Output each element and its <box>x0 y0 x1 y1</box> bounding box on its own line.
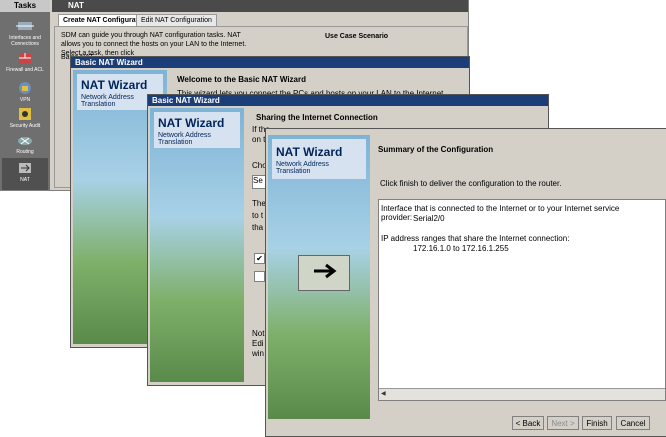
sidebar-item-firewall[interactable]: Firewall and ACL <box>2 48 48 80</box>
wizard-brand-box: NAT Wizard Network Address Translation <box>272 139 366 179</box>
range-checkbox-2[interactable] <box>254 271 265 282</box>
sidebar-item-label: NAT <box>20 177 30 183</box>
finish-button[interactable]: Finish <box>582 416 612 430</box>
interfaces-icon <box>16 22 34 30</box>
wizard-brand-box: NAT Wizard Network Address Translation <box>154 112 240 148</box>
cancel-button[interactable]: Cancel <box>616 416 650 430</box>
finish-instruction: Click finish to deliver the configuratio… <box>380 179 562 188</box>
wizard-heading: Sharing the Internet Connection <box>256 113 378 122</box>
wizard-heading: Welcome to the Basic NAT Wizard <box>177 75 306 84</box>
wizard-title: Basic NAT Wizard <box>75 58 143 67</box>
ip-range-label: IP address ranges that share the Interne… <box>381 234 570 243</box>
firewall-icon <box>19 53 31 63</box>
wizard-window-3: NAT Wizard Network Address Translation S… <box>265 128 666 437</box>
wizard-side-art: NAT Wizard Network Address Translation <box>268 135 370 419</box>
app-title-bar: NAT <box>52 0 468 12</box>
wizard-text-line: Edi <box>252 339 264 348</box>
security-audit-icon <box>19 108 31 120</box>
wizard-text-line: win <box>252 349 265 358</box>
brand-title: NAT Wizard <box>276 145 343 159</box>
next-button[interactable]: Next > <box>547 416 579 430</box>
brand-subtitle: Network Address Translation <box>276 161 329 175</box>
sidebar-item-label: Interfaces and Connections <box>9 35 41 47</box>
tasks-sidebar: Tasks Interfaces and Connections Firewal… <box>0 0 50 190</box>
summary-panel[interactable]: Interface that is connected to the Inter… <box>378 199 666 401</box>
back-button[interactable]: < Back <box>512 416 544 430</box>
wizard-text-line: tha <box>252 223 264 232</box>
sidebar-item-label: Security Audit <box>9 123 41 129</box>
use-case-label: Use Case Scenario <box>325 33 389 40</box>
wizard-title-bar: Basic NAT Wizard <box>71 57 469 68</box>
wizard-title: Basic NAT Wizard <box>152 96 220 105</box>
vpn-icon <box>19 82 31 94</box>
brand-title: NAT Wizard <box>81 78 148 92</box>
range-checkbox-1[interactable]: ✔ <box>254 253 265 264</box>
select-value: Se <box>253 176 263 185</box>
sidebar-item-label: Routing <box>16 149 34 155</box>
brand-subtitle: Network Address Translation <box>158 132 211 146</box>
wizard-text-line: Not <box>252 329 265 338</box>
nat-icon <box>19 163 31 173</box>
wizard-text-line: to t <box>252 211 264 220</box>
app-title: NAT <box>68 1 84 10</box>
horizontal-scrollbar[interactable]: ◀ <box>379 388 665 400</box>
wizard-text-line: on t <box>252 135 266 144</box>
sidebar-item-interfaces[interactable]: Interfaces and Connections <box>2 16 48 48</box>
arrow-right-icon <box>314 263 337 279</box>
scroll-left-arrow-icon[interactable]: ◀ <box>381 390 386 397</box>
wizard-text-line: The <box>252 199 266 208</box>
routing-icon <box>18 137 32 145</box>
sidebar-item-nat[interactable]: NAT <box>2 158 48 190</box>
wizard-heading: Summary of the Configuration <box>378 145 494 154</box>
sidebar-item-label: VPN <box>19 97 31 103</box>
sidebar-item-label: Firewall and ACL <box>6 67 44 73</box>
brand-title: NAT Wizard <box>158 116 225 130</box>
wizard-side-art: NAT Wizard Network Address Translation <box>150 108 244 382</box>
wizard-title-bar: Basic NAT Wizard <box>148 95 548 106</box>
ip-range-value: 172.16.1.0 to 172.16.1.255 <box>413 244 509 253</box>
interface-value: Serial2/0 <box>413 214 445 223</box>
tasks-header: Tasks <box>0 0 50 12</box>
